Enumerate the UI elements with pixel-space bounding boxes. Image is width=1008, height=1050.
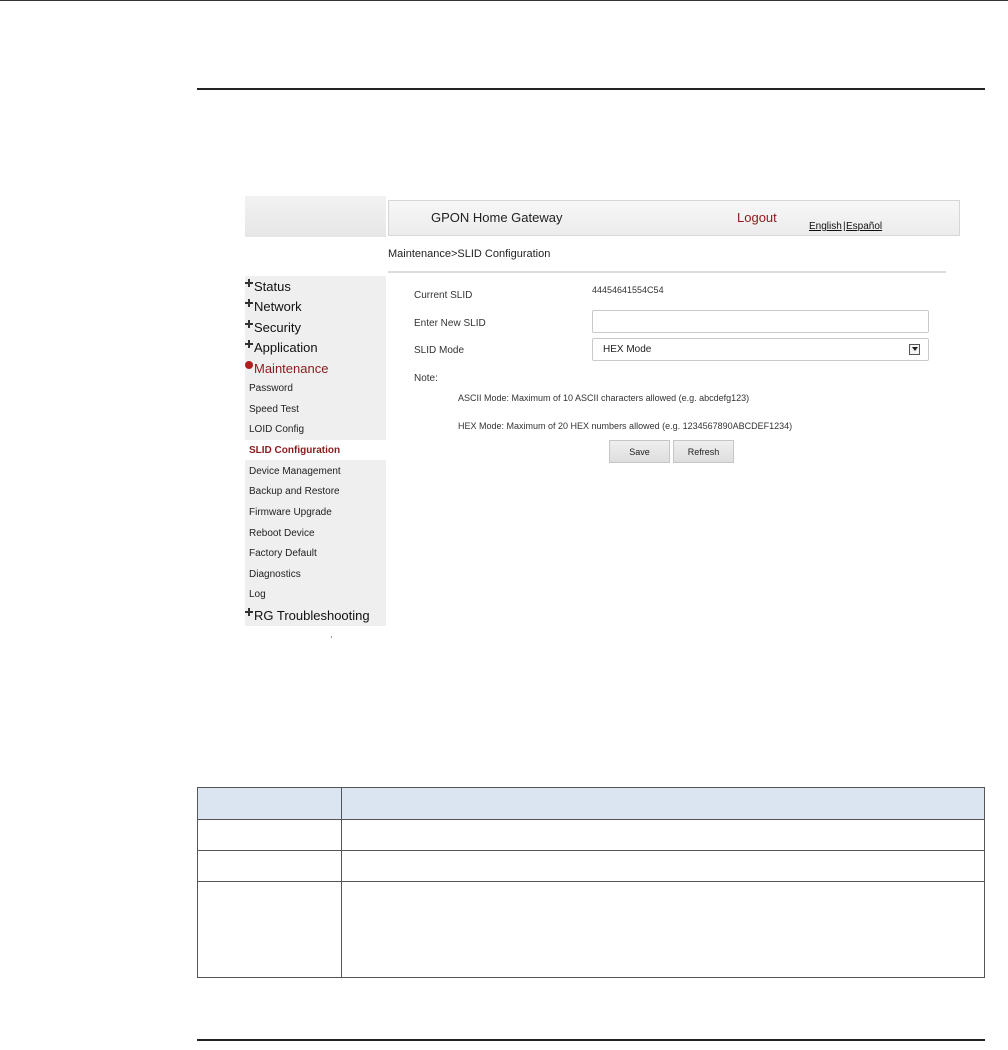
- sidebar-item-log[interactable]: Log: [249, 584, 266, 604]
- top-rule: [0, 0, 1008, 1]
- current-slid-value: 44454641554C54: [592, 285, 664, 295]
- save-button[interactable]: Save: [609, 440, 670, 463]
- breadcrumb-divider: [388, 271, 946, 273]
- table-header-cell: [341, 787, 985, 820]
- sidebar-item-loid-config[interactable]: LOID Config: [249, 419, 304, 439]
- sidebar-item-security[interactable]: Security: [245, 317, 301, 337]
- sidebar-item-diagnostics[interactable]: Diagnostics: [249, 564, 301, 584]
- note-ascii-mode: ASCII Mode: Maximum of 10 ASCII characte…: [458, 393, 750, 403]
- sidebar-item-maintenance[interactable]: Maintenance: [245, 358, 328, 378]
- sidebar-nav: Status Network Security Application Main…: [245, 276, 386, 626]
- note-hex-mode: HEX Mode: Maximum of 20 HEX numbers allo…: [458, 421, 793, 431]
- refresh-button[interactable]: Refresh: [673, 440, 734, 463]
- table-row: [197, 881, 985, 978]
- sidebar-item-backup-and-restore[interactable]: Backup and Restore: [249, 481, 340, 501]
- table-cell: [197, 850, 342, 882]
- table-row: [197, 850, 985, 882]
- table-cell: [197, 819, 342, 851]
- logout-link[interactable]: Logout: [737, 210, 777, 225]
- table-cell: [341, 850, 985, 882]
- table-header-cell: [197, 787, 342, 820]
- sidebar-header-band: [245, 196, 386, 237]
- new-slid-input[interactable]: [592, 310, 929, 333]
- table-row: [197, 819, 985, 851]
- language-espanol-link[interactable]: Español: [846, 221, 882, 232]
- language-english-link[interactable]: English: [809, 221, 842, 232]
- sidebar-item-speed-test[interactable]: Speed Test: [249, 399, 299, 419]
- table-header-row: [197, 787, 985, 820]
- slid-mode-select[interactable]: HEX Mode: [592, 338, 929, 361]
- sidebar-item-firmware-upgrade[interactable]: Firmware Upgrade: [249, 502, 332, 522]
- footer-divider: [197, 1039, 985, 1041]
- sidebar-item-status[interactable]: Status: [245, 276, 291, 296]
- table-cell: [341, 881, 985, 978]
- plus-icon: [245, 608, 253, 616]
- new-slid-label: Enter New SLID: [414, 318, 486, 329]
- minus-icon: [245, 361, 253, 369]
- plus-icon: [245, 340, 253, 348]
- sidebar-item-application[interactable]: Application: [245, 337, 318, 357]
- sidebar-item-network[interactable]: Network: [245, 296, 302, 316]
- parameter-table: [197, 787, 985, 978]
- sidebar-item-device-management[interactable]: Device Management: [249, 461, 341, 481]
- slid-mode-selected-value: HEX Mode: [603, 344, 652, 355]
- chevron-down-icon: [909, 344, 920, 355]
- table-cell: [341, 819, 985, 851]
- slid-mode-label: SLID Mode: [414, 345, 465, 356]
- current-slid-label: Current SLID: [414, 290, 473, 301]
- note-label: Note:: [414, 373, 438, 384]
- header-divider: [197, 88, 985, 90]
- plus-icon: [245, 299, 253, 307]
- table-cell: [197, 881, 342, 978]
- sidebar-item-password[interactable]: Password: [249, 378, 293, 398]
- app-title: GPON Home Gateway: [431, 210, 563, 225]
- sidebar-item-slid-configuration[interactable]: SLID Configuration: [245, 440, 386, 460]
- sidebar-item-factory-default[interactable]: Factory Default: [249, 543, 317, 563]
- breadcrumb: Maintenance>SLID Configuration: [388, 248, 551, 260]
- plus-icon: [245, 279, 253, 287]
- sidebar-item-rg-troubleshooting[interactable]: RG Troubleshooting: [245, 605, 370, 625]
- stray-mark: [331, 636, 332, 638]
- sidebar-item-reboot-device[interactable]: Reboot Device: [249, 523, 315, 543]
- plus-icon: [245, 320, 253, 328]
